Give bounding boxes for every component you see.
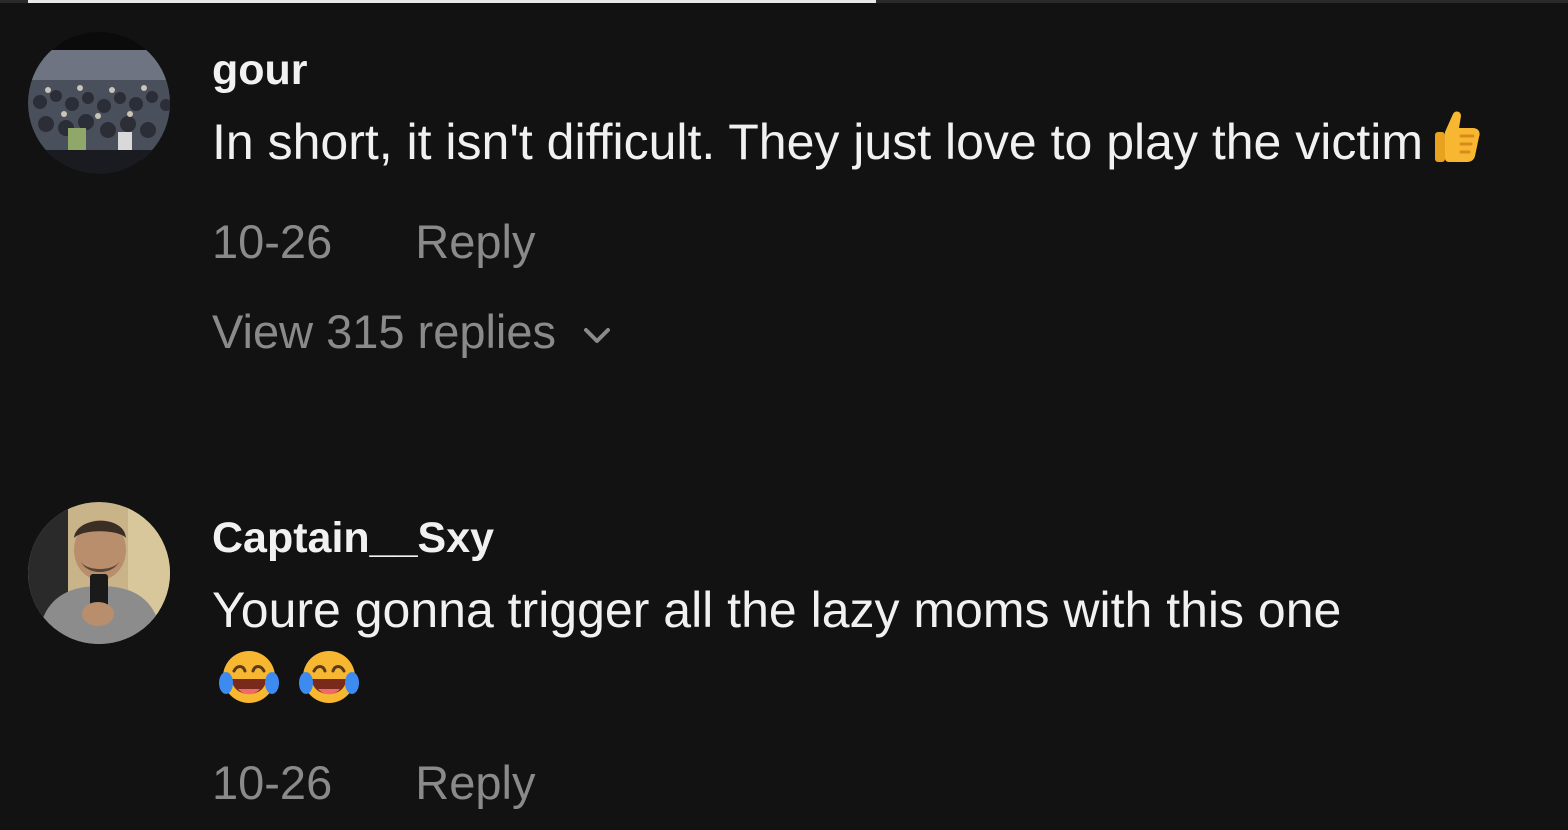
comment-text-body: In short, it isn't difficult. They just … [212,114,1423,170]
comment-meta: 10-26 Reply [212,214,1552,270]
view-replies-button[interactable]: View 315 replies [212,304,612,360]
comment-text: In short, it isn't difficult. They just … [212,106,1552,184]
reply-button[interactable]: Reply [415,755,535,811]
comment-content: Captain__Sxy Youre gonna trigger all the… [212,512,1552,811]
comment-content: gour In short, it isn't difficult. They … [212,44,1552,360]
thumbs-up-icon [1431,108,1483,184]
comment-date: 10-26 [212,214,333,268]
active-tab-indicator [28,0,876,3]
comment-date: 10-26 [212,755,333,809]
view-replies-label: View 315 replies [212,304,557,358]
laughing-tears-icon [218,649,280,725]
username[interactable]: Captain__Sxy [212,512,1552,564]
reply-button[interactable]: Reply [415,214,535,270]
avatar[interactable] [28,32,170,174]
comment-text-body: Youre gonna trigger all the lazy moms wi… [212,582,1342,638]
chevron-down-icon [584,327,611,343]
username[interactable]: gour [212,44,1552,96]
laughing-tears-icon [298,649,360,725]
comment-meta: 10-26 Reply [212,755,1552,811]
avatar[interactable] [28,502,170,644]
comment-text: Youre gonna trigger all the lazy moms wi… [212,574,1552,725]
